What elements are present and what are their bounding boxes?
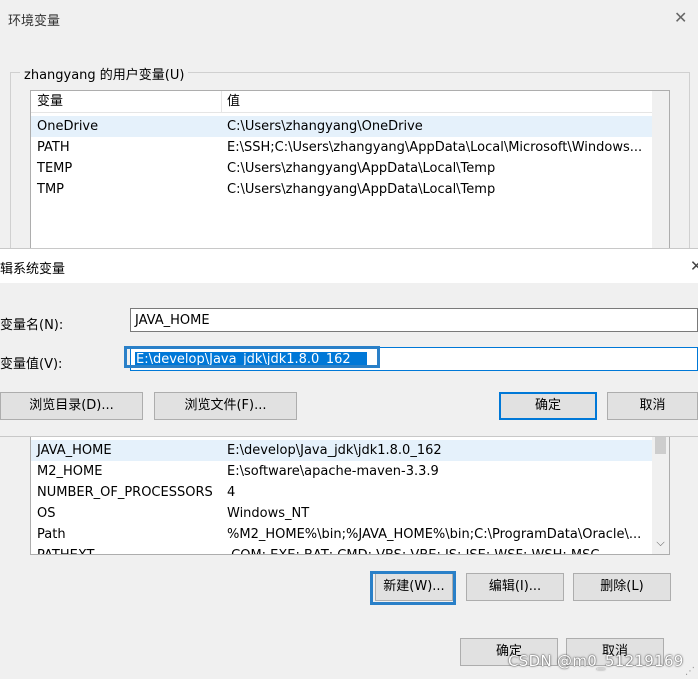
dialog-titlebar (0, 249, 698, 283)
variable-value: C:\Users\zhangyang\AppData\Local\Temp (227, 161, 496, 176)
variable-name: TEMP (37, 161, 73, 176)
column-divider[interactable] (221, 91, 222, 112)
resize-grip-icon[interactable]: ⋰ (685, 666, 695, 677)
variable-value: E:\software\apache-maven-3.3.9 (227, 464, 439, 479)
ok-button[interactable]: 确定 (499, 392, 597, 420)
variable-value: %M2_HOME%\bin;%JAVA_HOME%\bin;C:\Program… (227, 527, 642, 542)
column-header-name[interactable]: 变量 (37, 91, 63, 112)
variable-name: Path (37, 527, 66, 542)
variable-value: C:\Users\zhangyang\OneDrive (227, 119, 423, 134)
browse-file-button[interactable]: 浏览文件(F)... (154, 392, 297, 420)
new-button-highlight (370, 571, 456, 605)
variable-value: E:\develop\Java_jdk\jdk1.8.0_162 (227, 443, 442, 458)
column-header-value[interactable]: 值 (227, 91, 240, 112)
close-icon[interactable]: ✕ (690, 257, 698, 275)
dialog-title: 环境变量 (8, 14, 61, 29)
variable-value: .COM;.EXE;.BAT;.CMD;.VBS;.VBE;.JS;.JSE;.… (227, 545, 599, 554)
table-row[interactable]: OS Windows_NT (31, 503, 653, 524)
table-row[interactable]: TEMP C:\Users\zhangyang\AppData\Local\Te… (31, 158, 653, 179)
system-variables-list[interactable]: JAVA_HOME E:\develop\Java_jdk\jdk1.8.0_1… (30, 436, 654, 555)
cancel-button[interactable]: 取消 (607, 392, 698, 420)
table-row[interactable]: PATHEXT .COM;.EXE;.BAT;.CMD;.VBS;.VBE;.J… (31, 545, 653, 554)
variable-name: PATH (37, 140, 70, 155)
chevron-down-icon[interactable]: ⌵ (652, 536, 669, 550)
variable-name: M2_HOME (37, 464, 103, 479)
variable-name: OS (37, 506, 56, 521)
variable-name: NUMBER_OF_PROCESSORS (37, 485, 213, 500)
watermark: CSDN @m0_51219169 (508, 652, 684, 670)
variable-value: E:\SSH;C:\Users\zhangyang\AppData\Local\… (227, 140, 643, 155)
value-input-highlight (124, 346, 380, 368)
list-header: 变量 值 (31, 91, 653, 113)
table-row[interactable]: M2_HOME E:\software\apache-maven-3.3.9 (31, 461, 653, 482)
dialog-title: 辑系统变量 (0, 262, 66, 277)
table-row[interactable]: NUMBER_OF_PROCESSORS 4 (31, 482, 653, 503)
variable-value: 4 (227, 485, 236, 500)
scrollbar-thumb[interactable] (655, 436, 666, 454)
table-row[interactable]: TMP C:\Users\zhangyang\AppData\Local\Tem… (31, 179, 653, 200)
table-row[interactable]: OneDrive C:\Users\zhangyang\OneDrive (31, 116, 653, 137)
variable-name: OneDrive (37, 119, 99, 134)
variable-name-input[interactable]: JAVA_HOME (130, 308, 698, 332)
user-list-scrollbar[interactable] (652, 90, 670, 251)
table-row[interactable]: Path %M2_HOME%\bin;%JAVA_HOME%\bin;C:\Pr… (31, 524, 653, 545)
variable-name-label: 变量名(N): (0, 318, 64, 333)
variable-name: TMP (37, 182, 64, 197)
variable-name: PATHEXT (37, 545, 94, 554)
edit-variable-button[interactable]: 编辑(I)... (466, 573, 564, 601)
browse-directory-button[interactable]: 浏览目录(D)... (0, 392, 143, 420)
variable-value: C:\Users\zhangyang\AppData\Local\Temp (227, 182, 496, 197)
close-icon[interactable]: ✕ (674, 8, 687, 27)
variable-name: JAVA_HOME (37, 443, 112, 458)
edit-system-variable-dialog: 辑系统变量 ✕ 变量名(N): JAVA_HOME 变量值(V): E:\dev… (0, 248, 698, 437)
variable-value: Windows_NT (227, 506, 310, 521)
user-variables-list[interactable]: 变量 值 OneDrive C:\Users\zhangyang\OneDriv… (30, 90, 654, 251)
table-row[interactable]: PATH E:\SSH;C:\Users\zhangyang\AppData\L… (31, 137, 653, 158)
table-row[interactable]: JAVA_HOME E:\develop\Java_jdk\jdk1.8.0_1… (31, 440, 653, 461)
variable-value-label: 变量值(V): (0, 357, 63, 372)
delete-variable-button[interactable]: 删除(L) (573, 573, 671, 601)
user-variables-group-label: zhangyang 的用户变量(U) (20, 64, 189, 83)
